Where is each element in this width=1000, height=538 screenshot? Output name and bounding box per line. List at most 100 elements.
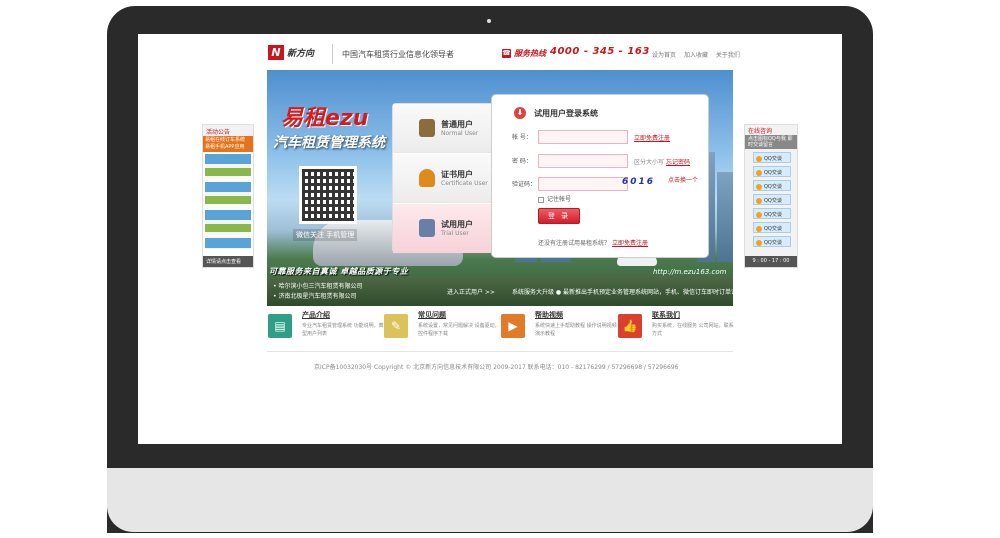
phone-icon: ☎	[502, 49, 511, 58]
consult-subtitle: 点击图标QQ与我 即时交谈留言	[745, 135, 797, 149]
qq-label: QQ交谈	[764, 212, 782, 218]
news-item[interactable]: 济南北极星汽车租赁有限公司	[273, 292, 362, 302]
refresh-captcha-link[interactable]: 点击换一个	[668, 175, 698, 184]
building	[717, 172, 733, 262]
consult-title: 在线咨询	[748, 128, 773, 135]
feature-title[interactable]: 帮助视频	[535, 310, 563, 320]
logo-icon[interactable]: N	[268, 45, 284, 60]
tab-normal-user[interactable]: 普通用户 Normal User	[393, 104, 493, 153]
feature-faq[interactable]: ✎ 常见问题 系统设置，常见问题解决 设备驱动，控件程序下载	[384, 310, 500, 346]
password-hint: 区分大小写 忘记密码	[634, 157, 690, 166]
logo-text[interactable]: 新方向	[287, 46, 314, 59]
qq-label: QQ交谈	[764, 156, 782, 162]
set-homepage-link[interactable]: 设为首页	[652, 52, 676, 59]
qq-icon	[756, 155, 762, 162]
qq-icon	[756, 211, 762, 218]
add-favorite-link[interactable]: 加入收藏	[684, 52, 708, 59]
login-footer: 还没有注册试用易租系统？ 立即免费注册	[538, 238, 648, 247]
tab-sublabel: Normal User	[441, 130, 479, 137]
feature-desc: 系统快速上手帮助教程 操作说明视频演示教程	[535, 323, 617, 337]
news-ticker[interactable]: 系统服务大升级 ● 最新推出手机预定业务管理系统网站，手机、微信订车即时订单评价	[512, 287, 733, 296]
qq-icon	[756, 169, 762, 176]
trial-user-icon	[419, 219, 435, 237]
case-sensitive-hint: 区分大小写	[634, 159, 665, 166]
tab-certificate-user[interactable]: 证书用户 Certificate User	[393, 154, 493, 203]
login-title: 试用用户登录系统	[534, 109, 598, 118]
video-icon: ▶	[501, 314, 525, 338]
news-list: 哈尔滨小包三汽车租赁有限公司 济南北极星汽车租赁有限公司	[273, 282, 362, 302]
account-input[interactable]	[538, 130, 628, 144]
qq-label: QQ交谈	[764, 184, 782, 190]
qq-chat-button[interactable]: QQ交谈	[753, 166, 791, 177]
copyright-footer: 京ICP备10032030号 Copyright © 北京新方向信息技术有限公司…	[314, 364, 679, 371]
qq-label: QQ交谈	[764, 198, 782, 204]
feature-title[interactable]: 联系我们	[652, 310, 680, 320]
down-arrow-icon: ⬇	[514, 107, 526, 119]
qq-icon	[756, 197, 762, 204]
hero-banner: 易租ezu 汽车租赁管理系统 微信关注 手机管理 http://m.ezu163…	[267, 70, 733, 306]
tab-sublabel: Certificate User	[441, 180, 488, 187]
feature-desc: 系统设置，常见问题解决 设备驱动，控件程序下载	[418, 323, 500, 337]
header-divider	[332, 44, 333, 64]
qq-chat-button[interactable]: QQ交谈	[753, 152, 791, 163]
feature-product-intro[interactable]: ▤ 产品介绍 专业汽车租赁管理系统 功能说明，典型用户列表	[268, 310, 384, 346]
mobile-url[interactable]: http://m.ezu163.com	[653, 268, 726, 276]
tab-label: 普通用户	[441, 120, 473, 129]
announcement-ad[interactable]: 易租在线订车系统 易租手机APP应用	[203, 136, 253, 152]
tab-sublabel: Trial User	[441, 230, 469, 237]
tab-trial-user[interactable]: 试用用户 Trial User	[393, 204, 499, 253]
user-icon	[419, 119, 435, 137]
pencil-icon: ✎	[384, 314, 408, 338]
brand-logo: 易租ezu	[281, 106, 369, 131]
account-label: 帐 号：	[512, 134, 532, 141]
slogan: 中国汽车租赁行业信息化领导者	[342, 50, 454, 59]
free-register-link[interactable]: 立即免费注册	[612, 240, 648, 247]
announcement-more-link[interactable]: 详情请点击查看	[203, 256, 253, 267]
qq-chat-button[interactable]: QQ交谈	[753, 236, 791, 247]
register-link[interactable]: 立即免费注册	[634, 135, 670, 142]
login-panel: ⬇ 试用用户登录系统 帐 号： 立即免费注册 密 码： 区分大小写 忘记密码 验…	[491, 94, 709, 258]
captcha-input[interactable]	[538, 177, 628, 191]
formal-user-link[interactable]: 进入正式用户 >>	[447, 287, 495, 296]
feature-help-video[interactable]: ▶ 帮助视频 系统快速上手帮助教程 操作说明视频演示教程	[501, 310, 617, 346]
qq-chat-button[interactable]: QQ交谈	[753, 180, 791, 191]
qr-caption: 微信关注 手机管理	[293, 229, 358, 241]
login-button[interactable]: 登 录	[538, 208, 580, 224]
tab-label: 试用用户	[441, 220, 473, 229]
checkbox[interactable]	[538, 196, 544, 203]
qq-chat-button[interactable]: QQ交谈	[753, 208, 791, 219]
feature-title[interactable]: 常见问题	[418, 310, 446, 320]
qq-label: QQ交谈	[764, 240, 782, 246]
screen: N 新方向 中国汽车租赁行业信息化领导者 ☎ 服务热线 4000 - 345 -…	[138, 34, 842, 444]
feature-desc: 专业汽车租赁管理系统 功能说明，典型用户列表	[302, 323, 384, 337]
captcha-image[interactable]: 6016	[622, 177, 655, 187]
qq-icon	[756, 183, 762, 190]
system-name: 汽车租赁管理系统	[273, 135, 385, 151]
qq-label: QQ交谈	[764, 226, 782, 232]
thumbs-up-icon: 👍	[618, 314, 642, 338]
online-consult-sidebar: 在线咨询 点击图标QQ与我 即时交谈留言 QQ交谈 QQ交谈 QQ交谈 QQ交谈…	[744, 124, 798, 268]
monitor-chin	[107, 468, 873, 532]
user-type-tabs: 普通用户 Normal User 证书用户 Certificate User 试…	[392, 103, 499, 253]
remember-label: 记住帐号	[547, 196, 572, 203]
qq-chat-button[interactable]: QQ交谈	[753, 222, 791, 233]
register-prompt: 还没有注册试用易租系统？	[538, 240, 611, 247]
announcement-title: 活动公告	[203, 125, 253, 136]
feature-contact-us[interactable]: 👍 联系我们 购买系统，在线服务 公司网站，联系方式	[618, 310, 734, 346]
banner-tagline: 可靠服务来自真诚 卓越品质源于专业	[269, 267, 409, 276]
footer-divider	[267, 351, 733, 352]
about-us-link[interactable]: 关于我们	[716, 52, 740, 59]
tab-label: 证书用户	[441, 170, 473, 179]
camera-icon	[487, 19, 491, 23]
captcha-label: 验证码：	[512, 181, 537, 188]
qq-chat-button[interactable]: QQ交谈	[753, 194, 791, 205]
document-icon: ▤	[268, 314, 292, 338]
feature-title[interactable]: 产品介绍	[302, 310, 330, 320]
forgot-password-link[interactable]: 忘记密码	[666, 159, 690, 166]
announcement-image[interactable]	[205, 154, 251, 249]
news-item[interactable]: 哈尔滨小包三汽车租赁有限公司	[273, 282, 362, 292]
password-input[interactable]	[538, 154, 628, 168]
qq-label: QQ交谈	[764, 170, 782, 176]
remember-account[interactable]: 记住帐号	[538, 194, 571, 203]
qq-icon	[756, 225, 762, 232]
